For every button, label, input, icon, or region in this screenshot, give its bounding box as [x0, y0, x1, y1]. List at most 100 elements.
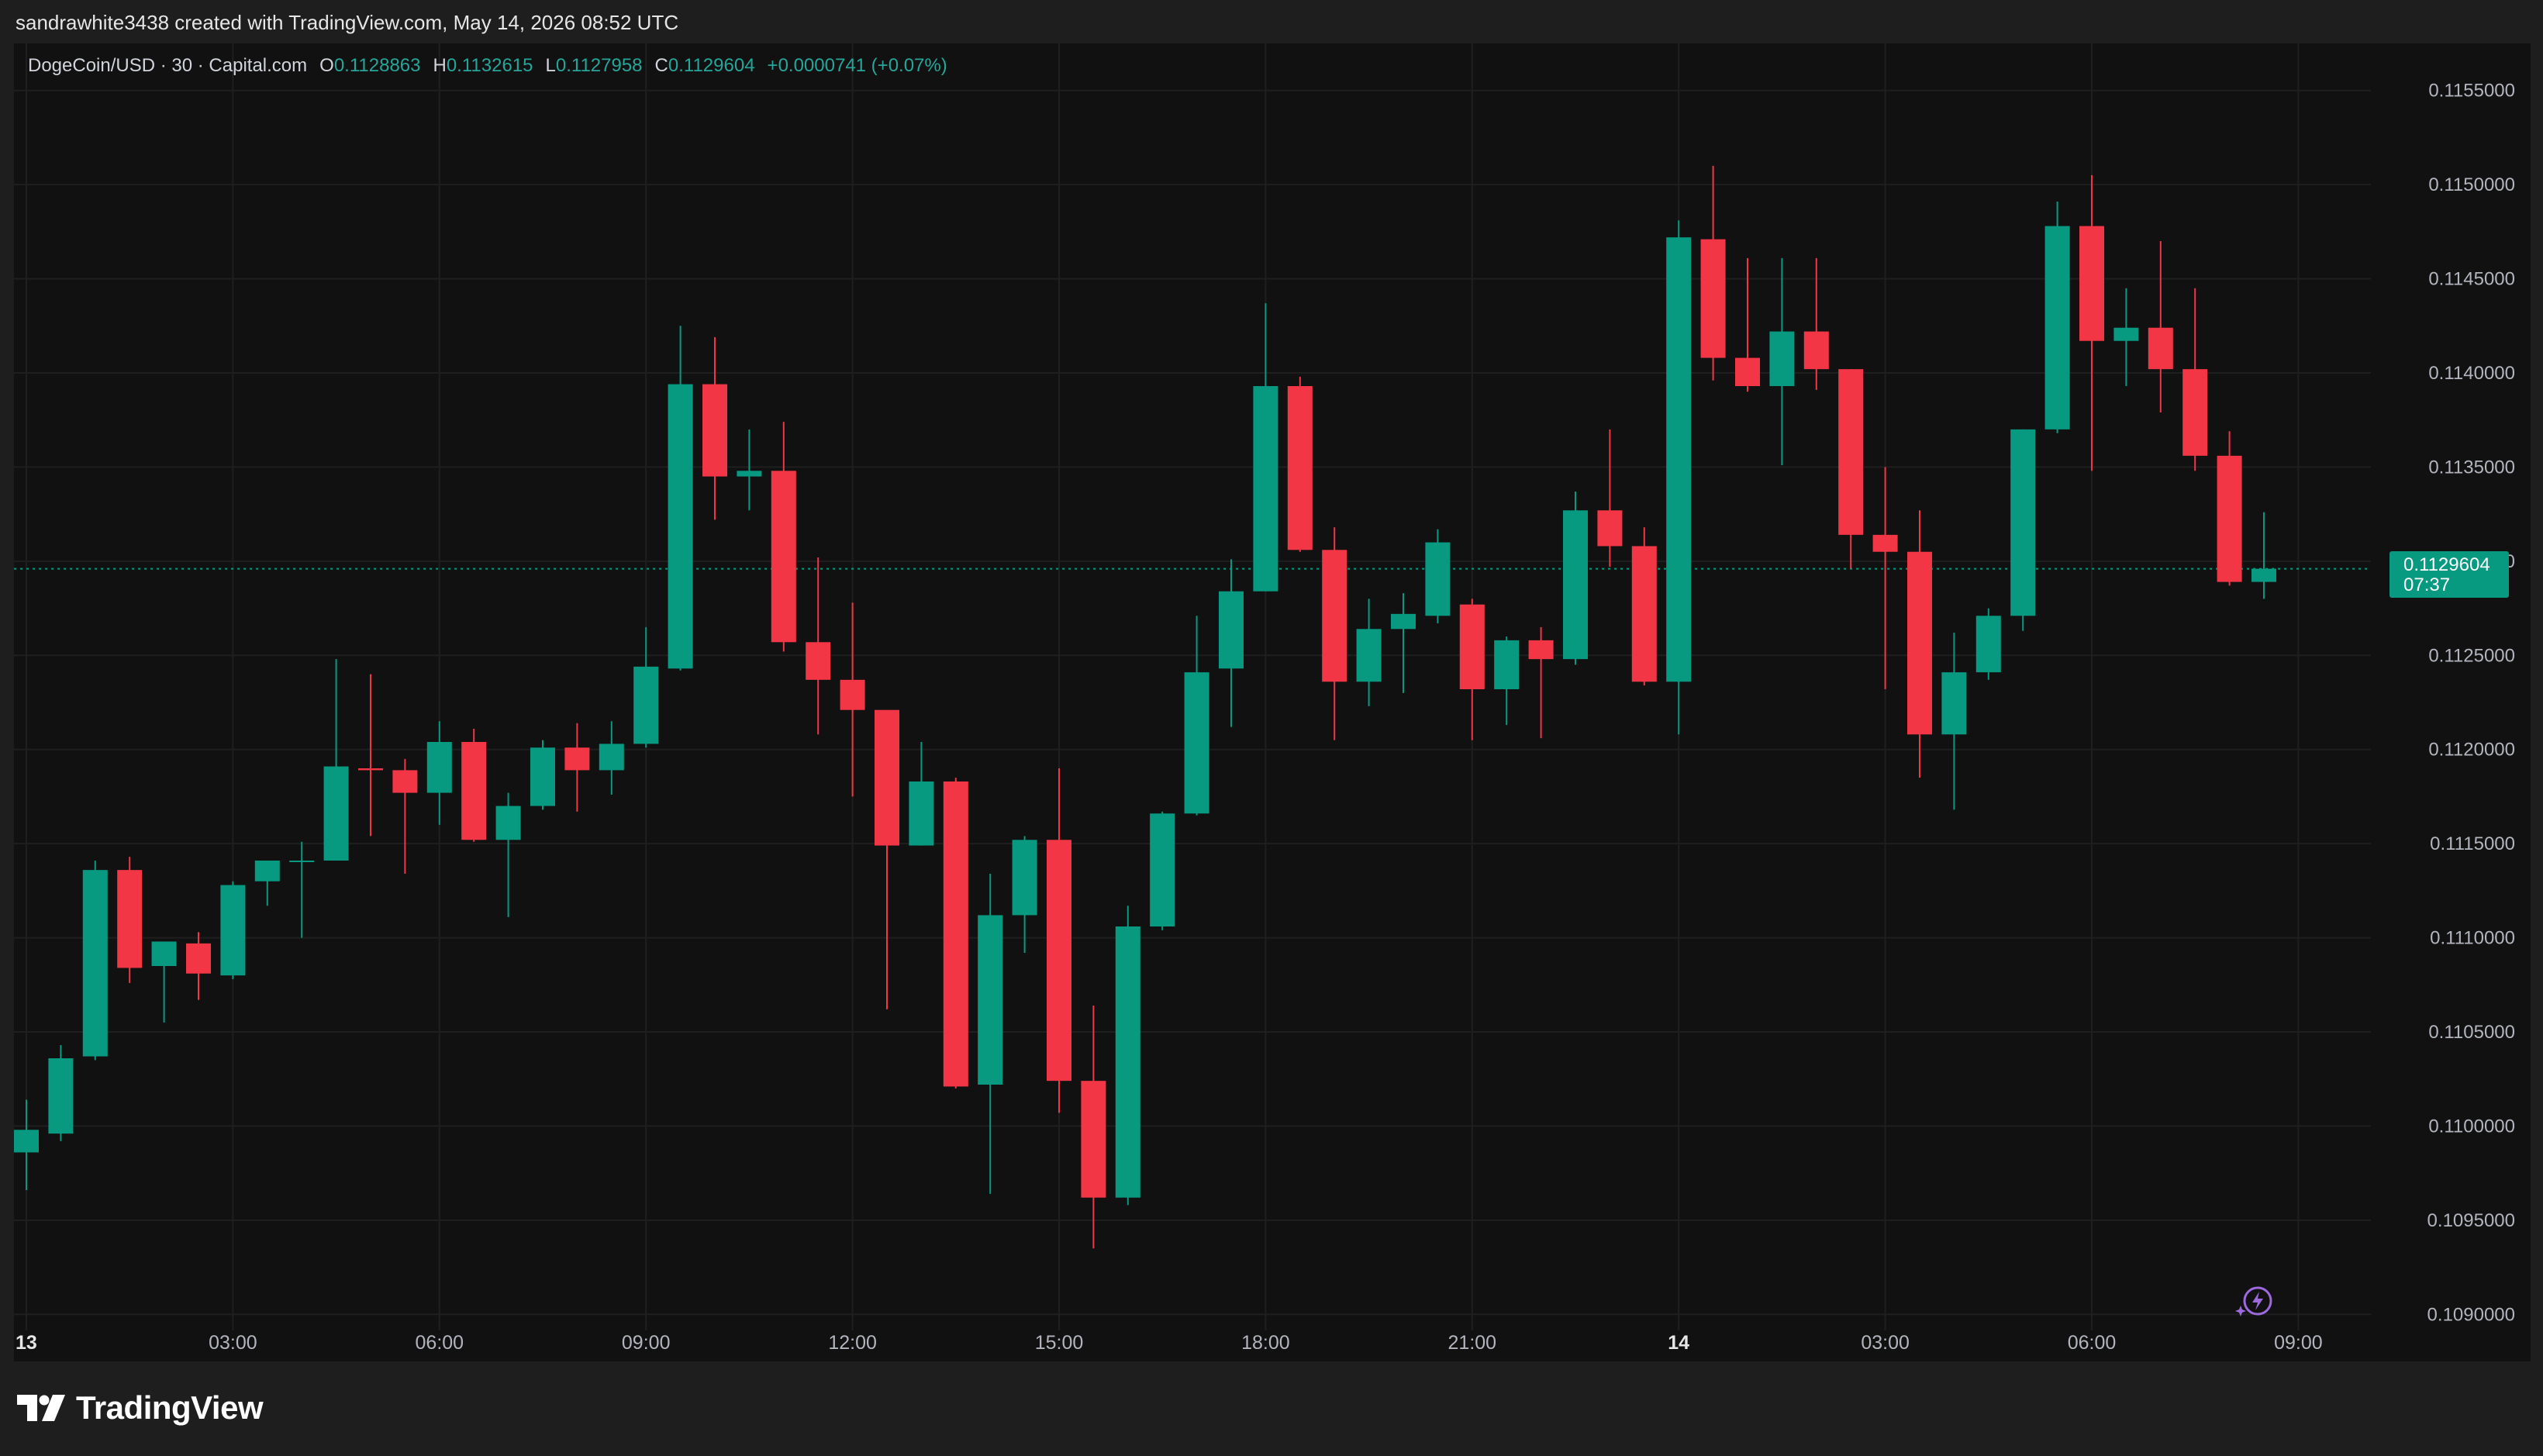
tradingview-logo[interactable]: TradingView: [17, 1385, 264, 1431]
candle[interactable]: [1941, 633, 1967, 810]
candle-body: [599, 744, 624, 771]
chart-legend: DogeCoin/USD · 30 · Capital.com O 0.1128…: [28, 53, 947, 79]
candle[interactable]: [2182, 288, 2208, 471]
candle[interactable]: [48, 1045, 74, 1141]
candle[interactable]: [1631, 527, 1657, 686]
candle[interactable]: [358, 674, 383, 837]
candle-body: [909, 781, 934, 846]
x-tick-label: 09:00: [622, 1332, 671, 1354]
candle[interactable]: [1184, 616, 1209, 816]
candlestick-chart[interactable]: 0.1090000 0.1095000 0.1100000 0.1105000 0.11…: [14, 43, 2531, 1361]
candle[interactable]: [1838, 369, 1864, 569]
close-label: C: [654, 55, 668, 76]
candle[interactable]: [461, 729, 487, 842]
change-value: +0.0000741 (+0.07%): [767, 55, 947, 76]
candle[interactable]: [1459, 599, 1485, 740]
time-axis: 13 03:00 06:00 09:00 12:00 15:00 18:00 21:00 14 0…: [16, 1332, 2323, 1354]
candle-body: [1769, 331, 1795, 386]
last-price-value: 0.1129604: [2403, 554, 2490, 575]
candle-body: [461, 742, 487, 840]
candle[interactable]: [1115, 906, 1140, 1206]
candle[interactable]: [1907, 510, 1932, 778]
candle[interactable]: [14, 1099, 39, 1190]
candle[interactable]: [1287, 376, 1313, 552]
candle[interactable]: [599, 721, 624, 795]
candle-body: [668, 384, 693, 669]
candle[interactable]: [151, 941, 177, 1023]
candle[interactable]: [1219, 559, 1244, 727]
candle[interactable]: [1700, 165, 1726, 381]
candle-body: [254, 861, 280, 882]
candle[interactable]: [564, 723, 590, 812]
candle[interactable]: [1391, 593, 1416, 693]
candle[interactable]: [2010, 429, 2036, 631]
candle-body: [1631, 546, 1657, 682]
candle-body: [840, 679, 865, 710]
candle[interactable]: [1012, 836, 1037, 953]
symbol-label[interactable]: DogeCoin/USD · 30 · Capital.com: [28, 55, 307, 77]
candle-body: [1597, 510, 1623, 547]
candle[interactable]: [840, 602, 865, 797]
y-tick-label: 0.1120000: [2428, 740, 2515, 761]
candle[interactable]: [633, 626, 659, 748]
x-tick-label: 06:00: [416, 1332, 464, 1354]
candle[interactable]: [702, 336, 727, 520]
candle[interactable]: [1047, 768, 1071, 1113]
candle[interactable]: [1769, 257, 1795, 465]
candle[interactable]: [1494, 637, 1520, 726]
candle[interactable]: [2148, 241, 2173, 412]
candle[interactable]: [289, 841, 315, 938]
candle[interactable]: [495, 792, 521, 917]
candle[interactable]: [1666, 220, 1692, 735]
candle[interactable]: [1597, 429, 1623, 568]
candle[interactable]: [2251, 512, 2276, 599]
candle[interactable]: [82, 861, 108, 1061]
candle[interactable]: [1975, 608, 2001, 680]
candle-body: [564, 747, 590, 771]
candle-body: [426, 742, 452, 793]
candle[interactable]: [1425, 529, 1451, 623]
open-value: 0.1128863: [333, 55, 421, 76]
candle[interactable]: [392, 758, 418, 874]
candle[interactable]: [2217, 431, 2242, 586]
candle[interactable]: [220, 881, 246, 979]
candle[interactable]: [2113, 288, 2139, 386]
candle-body: [1356, 629, 1382, 682]
y-tick-label: 0.1125000: [2428, 645, 2515, 666]
candle[interactable]: [530, 740, 555, 810]
candle[interactable]: [1563, 492, 1588, 665]
candle[interactable]: [426, 721, 452, 825]
candle[interactable]: [254, 861, 280, 906]
candle-body: [2148, 327, 2173, 370]
candle[interactable]: [1803, 257, 1829, 390]
candle[interactable]: [117, 857, 143, 983]
candle[interactable]: [943, 778, 968, 1089]
x-tick-label: 03:00: [209, 1332, 257, 1354]
candle[interactable]: [771, 422, 796, 652]
candle-body: [2113, 327, 2139, 341]
candle[interactable]: [668, 326, 693, 671]
candle[interactable]: [1322, 527, 1347, 740]
candle[interactable]: [1356, 599, 1382, 706]
candle[interactable]: [806, 557, 831, 735]
x-tick-label: 06:00: [2068, 1332, 2117, 1354]
candle[interactable]: [737, 429, 762, 511]
tradingview-logo-icon: [17, 1395, 65, 1421]
candle[interactable]: [875, 709, 899, 1009]
candle[interactable]: [1528, 626, 1554, 739]
candle[interactable]: [2044, 202, 2070, 433]
candle-body: [392, 770, 418, 793]
candle[interactable]: [1081, 1006, 1106, 1249]
candle[interactable]: [1253, 303, 1278, 592]
candle[interactable]: [186, 932, 211, 1000]
candle[interactable]: [909, 742, 934, 846]
candle[interactable]: [2079, 175, 2104, 471]
candle-body: [358, 768, 383, 771]
candle-body: [2010, 429, 2036, 616]
candle[interactable]: [323, 659, 349, 861]
candle[interactable]: [978, 874, 1003, 1194]
candle-body: [1425, 542, 1451, 616]
candle-body: [978, 915, 1003, 1085]
candle[interactable]: [1150, 811, 1175, 930]
lightning-icon[interactable]: [2233, 1282, 2276, 1320]
